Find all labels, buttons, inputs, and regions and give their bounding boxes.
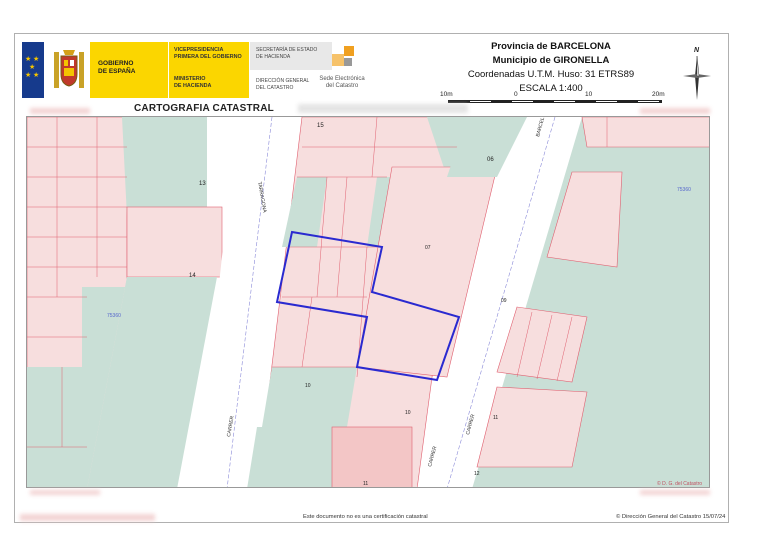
redacted-area xyxy=(30,490,100,495)
parcel-number: 09 xyxy=(501,298,507,304)
parcel-number: 13 xyxy=(199,181,206,187)
vicepresidency-label: VICEPRESIDENCIA PRIMERA DEL GOBIERNO xyxy=(174,47,242,60)
location-info: Provincia de BARCELONA Municipio de GIRO… xyxy=(440,40,662,96)
parcel-number: 10 xyxy=(305,383,311,389)
scale-label-end: 20m xyxy=(652,91,665,98)
map-canvas: TARRAGONA CARRER CARRER CARRER BARCEL 13… xyxy=(27,117,709,487)
parcel-number: 10 xyxy=(405,410,411,416)
coordinates-label: Coordenadas U.T.M. Huso: 31 ETRS89 xyxy=(467,69,635,80)
ministry-label: MINISTERIO DE HACIENDA xyxy=(174,76,212,89)
municipality-label: Municipio de GIRONELLA xyxy=(492,55,610,66)
parcel-number: 07 xyxy=(425,245,431,251)
coat-of-arms-icon xyxy=(54,50,84,88)
government-name: GOBIERNO DE ESPAÑA xyxy=(98,60,136,75)
redacted-area xyxy=(640,108,710,114)
redacted-footer xyxy=(20,514,155,521)
redacted-reference xyxy=(298,104,468,113)
footer-disclaimer: Este documento no es una certificación c… xyxy=(303,514,428,520)
scale-label-start: 10m xyxy=(440,91,453,98)
scale-label-zero: 0 xyxy=(514,91,518,98)
vicepresidency-block: VICEPRESIDENCIA PRIMERA DEL GOBIERNO MIN… xyxy=(169,42,249,98)
secretary-label: SECRETARÍA DE ESTADO DE HACIENDA xyxy=(256,47,318,60)
province-label: Provincia de BARCELONA xyxy=(491,41,611,52)
parcel-number: 14 xyxy=(189,273,196,279)
redacted-area xyxy=(640,490,710,495)
zone-code-left: 75360 xyxy=(107,313,121,319)
parcel-number: 15 xyxy=(317,123,324,129)
map-watermark: © D. G. del Catastro xyxy=(657,480,702,487)
scale-bar-graphic xyxy=(448,100,662,103)
sede-logo-icon xyxy=(332,46,354,66)
scale-label-ten: 10 xyxy=(585,91,593,98)
parcel-number: 11 xyxy=(363,481,368,487)
government-label-block: GOBIERNO DE ESPAÑA xyxy=(90,42,169,98)
directorate-label: DIRECCIÓN GENERAL DEL CATASTRO xyxy=(256,78,310,91)
parcel-number: 12 xyxy=(474,471,480,477)
north-label: N xyxy=(694,47,700,54)
north-arrow-icon: N xyxy=(683,47,711,100)
parcel-number: 06 xyxy=(487,157,494,163)
scale-bar: 10m 0 10 20m xyxy=(440,91,666,107)
zone-code-right: 75360 xyxy=(677,187,691,193)
cadastral-map[interactable]: TARRAGONA CARRER CARRER CARRER BARCEL 13… xyxy=(26,116,710,488)
parcel-number: 11 xyxy=(493,415,498,421)
government-header: ★ ★ ★ ★ ★ GOBIERNO DE ESPAÑA VICEPRESIDE… xyxy=(22,42,332,98)
footer-copyright: © Dirección General del Catastro 15/07/2… xyxy=(616,514,726,520)
sede-electronica-logo[interactable]: Sede Electrónica del Catastro xyxy=(312,42,372,98)
eu-flag-icon: ★ ★ ★ ★ ★ xyxy=(22,42,44,98)
map-title: CARTOGRAFIA CATASTRAL xyxy=(134,103,274,114)
sede-label: Sede Electrónica del Catastro xyxy=(319,76,365,89)
redacted-area xyxy=(30,108,90,114)
eu-spain-flag: ★ ★ ★ ★ ★ xyxy=(22,42,44,98)
